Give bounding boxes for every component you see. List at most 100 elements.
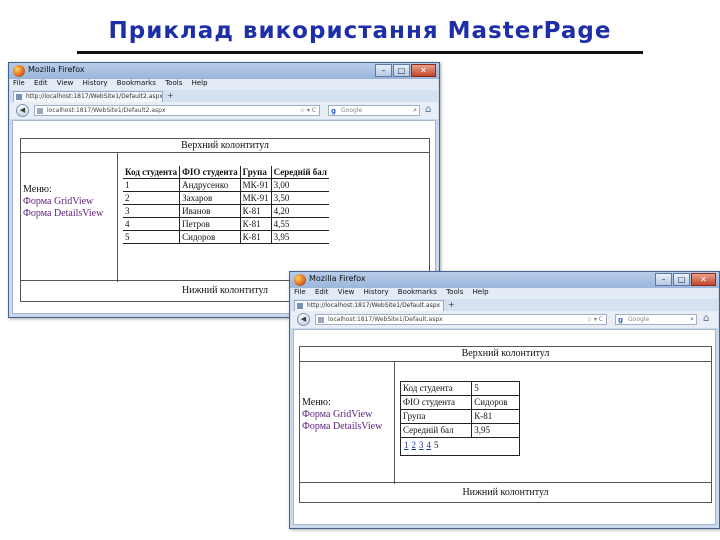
menu-history[interactable]: History bbox=[364, 288, 389, 296]
cell-id: 5 bbox=[123, 230, 180, 244]
cell-average: 3,95 bbox=[270, 230, 329, 244]
firefox-icon bbox=[294, 274, 306, 286]
url-controls[interactable]: ☆ ▾ C bbox=[300, 107, 316, 114]
field-value: К-81 bbox=[471, 409, 520, 424]
cell-id: 3 bbox=[123, 204, 180, 218]
window-title: Mozilla Firefox bbox=[28, 65, 85, 74]
cell-group: МК-91 bbox=[239, 178, 272, 192]
menu-edit[interactable]: Edit bbox=[315, 288, 329, 296]
link-gridview[interactable]: Форма GridView bbox=[302, 409, 372, 420]
pager-link-1[interactable]: 1 bbox=[404, 440, 409, 450]
tab-strip: http://localhost:1817/WebSite1/Default2.… bbox=[10, 90, 438, 102]
col-student-id: Код студента bbox=[123, 166, 180, 179]
close-button[interactable]: ✕ bbox=[411, 64, 436, 77]
cell-id: 2 bbox=[123, 191, 180, 205]
maximize-button[interactable]: □ bbox=[393, 64, 410, 77]
search-icon[interactable]: ⌕ bbox=[690, 315, 694, 324]
link-detailsview[interactable]: Форма DetailsView bbox=[23, 208, 103, 219]
search-input[interactable]: g Google ⌕ bbox=[615, 314, 697, 325]
menu-file[interactable]: File bbox=[294, 288, 306, 296]
pager-link-3[interactable]: 3 bbox=[419, 440, 424, 450]
home-icon[interactable]: ⌂ bbox=[425, 104, 431, 115]
menu-panel: Меню: Форма GridView Форма DetailsView bbox=[300, 362, 395, 484]
search-placeholder: Google bbox=[341, 107, 363, 114]
google-icon: g bbox=[331, 107, 337, 115]
cell-average: 3,50 bbox=[270, 191, 329, 205]
menu-bar: File Edit View History Bookmarks Tools H… bbox=[10, 79, 438, 90]
link-gridview[interactable]: Форма GridView bbox=[23, 196, 93, 207]
search-input[interactable]: g Google ⌕ bbox=[328, 105, 420, 116]
link-detailsview[interactable]: Форма DetailsView bbox=[302, 421, 382, 432]
cell-group: К-81 bbox=[239, 204, 272, 218]
col-group: Група bbox=[239, 166, 272, 179]
table-row: 1 Андрусенко МК-91 3,00 bbox=[123, 178, 329, 192]
close-button[interactable]: ✕ bbox=[691, 273, 716, 286]
minimize-button[interactable]: – bbox=[655, 273, 672, 286]
cell-group: К-81 bbox=[239, 217, 272, 231]
cell-name: Андрусенко bbox=[179, 178, 241, 192]
menu-bookmarks[interactable]: Bookmarks bbox=[398, 288, 437, 296]
field-label: ФІО студента bbox=[399, 395, 473, 410]
title-bar[interactable]: Mozilla Firefox – □ ✕ bbox=[290, 272, 719, 288]
menu-history[interactable]: History bbox=[83, 79, 108, 87]
navigation-toolbar: ◀ localhost:1817/WebSite1/Default2.aspx … bbox=[10, 102, 438, 119]
window-title: Mozilla Firefox bbox=[309, 274, 366, 283]
menu-view[interactable]: View bbox=[57, 79, 74, 87]
students-gridview: Код студента ФІО студента Група Середній… bbox=[123, 166, 329, 244]
menu-tools[interactable]: Tools bbox=[165, 79, 182, 87]
firefox-icon bbox=[13, 65, 25, 77]
menu-help[interactable]: Help bbox=[192, 79, 208, 87]
title-bar[interactable]: Mozilla Firefox – □ ✕ bbox=[9, 63, 439, 79]
cell-name: Сидоров bbox=[179, 230, 241, 244]
table-row: Середній бал 3,95 bbox=[399, 423, 520, 438]
tab-title: http://localhost:1817/WebSite1/Default.a… bbox=[307, 302, 441, 309]
url-controls[interactable]: ☆ ▾ C bbox=[587, 316, 603, 323]
page-header: Верхний колонтитул bbox=[21, 139, 429, 153]
menu-tools[interactable]: Tools bbox=[446, 288, 463, 296]
url-bar[interactable]: localhost:1817/WebSite1/Default2.aspx ☆ … bbox=[34, 105, 320, 116]
cell-id: 1 bbox=[123, 178, 180, 192]
menu-bar: File Edit View History Bookmarks Tools H… bbox=[291, 288, 718, 299]
col-student-name: ФІО студента bbox=[179, 166, 241, 179]
url-bar[interactable]: localhost:1817/WebSite1/Default.aspx ☆ ▾… bbox=[315, 314, 607, 325]
pager-link-4[interactable]: 4 bbox=[427, 440, 432, 450]
cell-name: Иванов bbox=[179, 204, 241, 218]
back-button[interactable]: ◀ bbox=[16, 104, 29, 117]
header-text: Верхний колонтитул bbox=[461, 348, 550, 359]
menu-title: Меню: bbox=[302, 397, 331, 408]
page-header: Верхний колонтитул bbox=[300, 347, 711, 362]
slide-title: Приклад використання MasterPage bbox=[108, 18, 612, 44]
new-tab-button[interactable]: + bbox=[448, 300, 455, 309]
search-icon[interactable]: ⌕ bbox=[413, 106, 417, 115]
menu-edit[interactable]: Edit bbox=[34, 79, 48, 87]
maximize-button[interactable]: □ bbox=[673, 273, 690, 286]
title-underline bbox=[77, 51, 643, 54]
home-icon[interactable]: ⌂ bbox=[703, 313, 709, 324]
menu-bookmarks[interactable]: Bookmarks bbox=[117, 79, 156, 87]
menu-help[interactable]: Help bbox=[473, 288, 489, 296]
new-tab-button[interactable]: + bbox=[167, 91, 174, 100]
browser-tab[interactable]: http://localhost:1817/WebSite1/Default2.… bbox=[13, 91, 163, 102]
field-value: 3,95 bbox=[471, 423, 520, 438]
browser-tab[interactable]: http://localhost:1817/WebSite1/Default.a… bbox=[294, 300, 444, 311]
master-page-layout: Верхний колонтитул Меню: Форма GridView … bbox=[299, 346, 712, 503]
pager-current-page: 5 bbox=[434, 440, 439, 450]
pager-link-2[interactable]: 2 bbox=[412, 440, 417, 450]
back-button[interactable]: ◀ bbox=[297, 313, 310, 326]
cell-average: 3,00 bbox=[270, 178, 329, 192]
site-identity-icon bbox=[318, 317, 324, 323]
menu-file[interactable]: File bbox=[13, 79, 25, 87]
url-text: localhost:1817/WebSite1/Default.aspx bbox=[328, 316, 443, 323]
minimize-button[interactable]: – bbox=[375, 64, 392, 77]
cell-average: 4,20 bbox=[270, 204, 329, 218]
table-header-row: Код студента ФІО студента Група Середній… bbox=[123, 166, 329, 179]
student-detailsview: Код студента 5 ФІО студента Сидоров Груп… bbox=[399, 381, 520, 456]
cell-name: Захаров bbox=[179, 191, 241, 205]
field-value: Сидоров bbox=[471, 395, 520, 410]
tab-strip: http://localhost:1817/WebSite1/Default.a… bbox=[291, 299, 718, 311]
menu-view[interactable]: View bbox=[338, 288, 355, 296]
google-icon: g bbox=[618, 316, 624, 324]
header-text: Верхний колонтитул bbox=[181, 140, 269, 151]
menu-panel: Меню: Форма GridView Форма DetailsView bbox=[21, 153, 118, 282]
cell-group: МК-91 bbox=[239, 191, 272, 205]
